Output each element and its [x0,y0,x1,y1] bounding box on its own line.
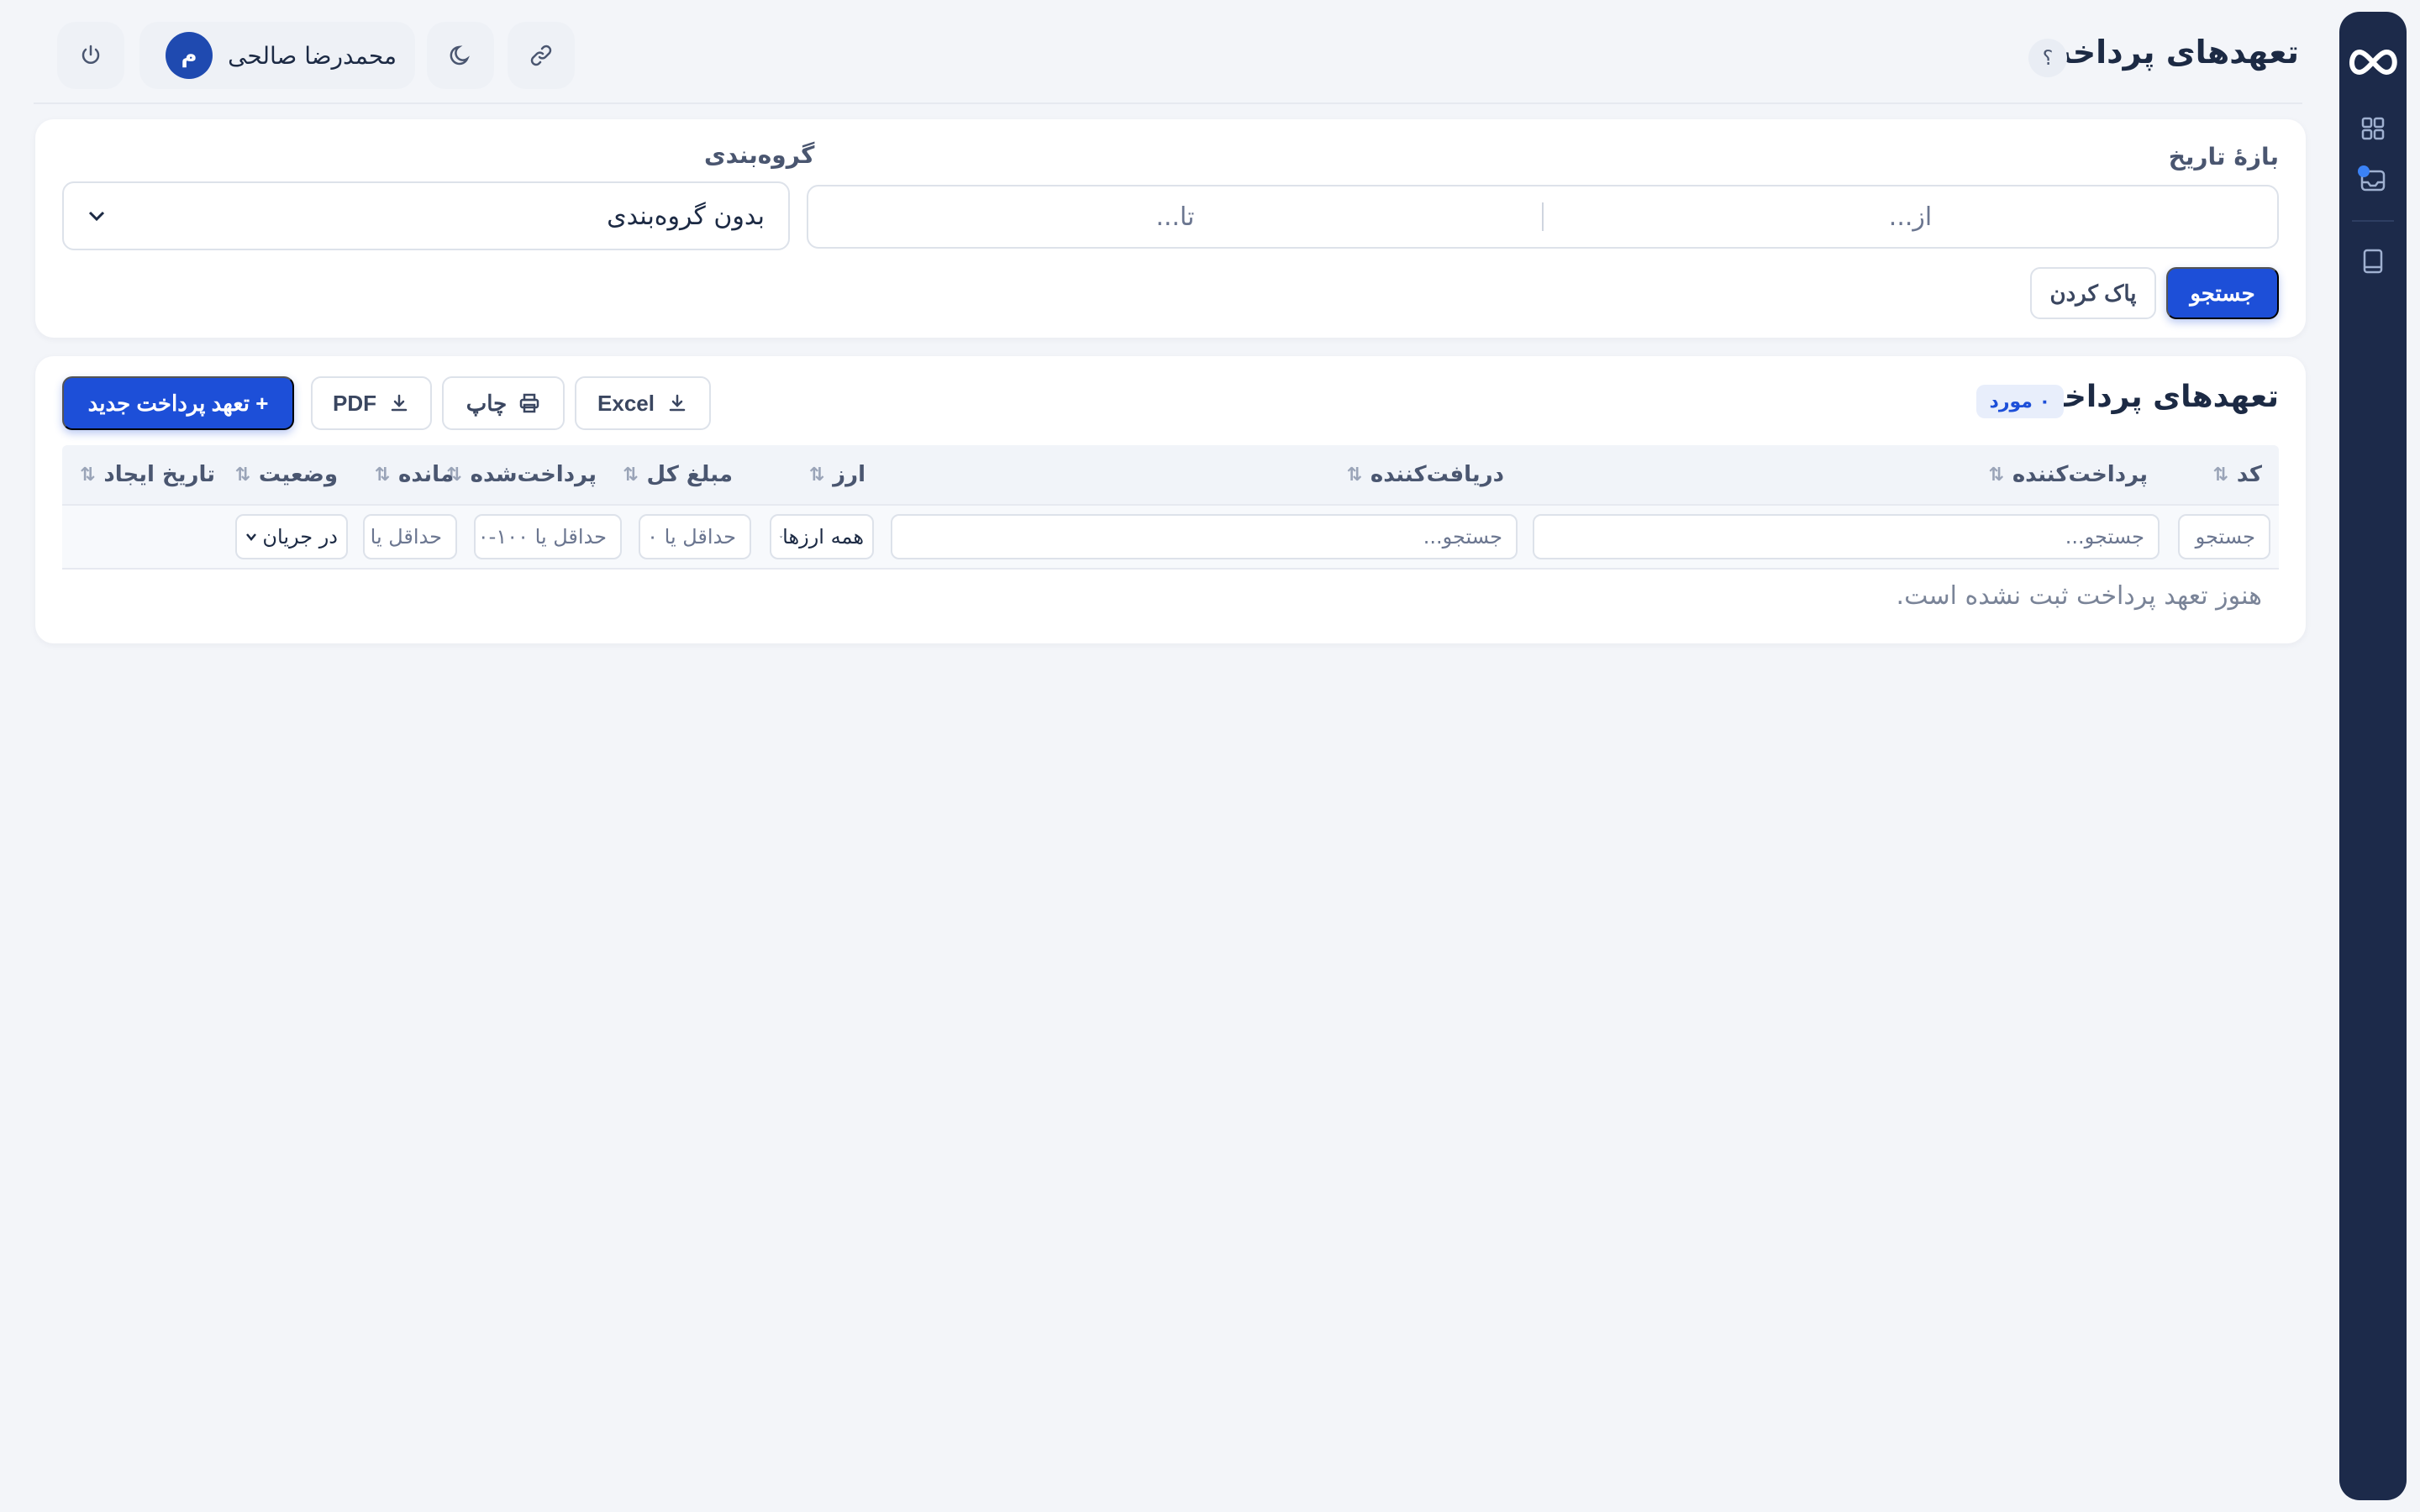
top-header: تعهدهای پرداخت ؟ محمدرضا صالحی م [34,0,2302,104]
code-filter-input[interactable]: جستجو [2178,514,2270,559]
total-filter-input[interactable]: حداقل یا ۰ [639,514,751,559]
column-header-total[interactable]: مبلغ کل ⇅ [623,445,733,504]
theme-toggle-button[interactable] [427,22,494,89]
empty-state-message: هنوز تعهد پرداخت ثبت نشده است. [1896,581,2262,611]
count-badge: ۰ مورد [1975,385,2064,418]
date-range-label: بازهٔ تاریخ [2168,143,2279,171]
column-header-currency[interactable]: ارز ⇅ [809,445,865,504]
search-button[interactable]: جستجو [2166,267,2279,319]
logout-button[interactable] [57,22,124,89]
new-commitment-button[interactable]: + تعهد پرداخت جدید [62,376,294,430]
chevron-down-icon [780,536,782,538]
sort-icon: ⇅ [1988,464,2004,486]
sort-icon: ⇅ [1346,464,1362,486]
table-title: تعهدهای پرداخت [2032,380,2279,414]
book-icon[interactable] [2356,244,2390,278]
sort-icon: ⇅ [79,464,96,486]
date-separator [1542,202,1544,231]
column-header-paid[interactable]: پرداخت‌شده ⇅ [446,445,597,504]
pdf-label: PDF [333,390,376,416]
power-icon [82,45,100,64]
moon-icon [450,45,470,66]
export-excel-button[interactable]: Excel [575,376,711,430]
infinity-logo-icon[interactable] [2345,44,2401,81]
status-filter-select[interactable]: در جریان [235,514,348,559]
column-header-payee[interactable]: دریافت‌کننده ⇅ [1346,445,1504,504]
column-header-status[interactable]: وضعیت ⇅ [234,445,338,504]
excel-label: Excel [597,390,655,416]
grouping-label: گروه‌بندی [704,141,815,169]
table-header: کد ⇅ پرداخت‌کننده ⇅ دریافت‌کننده ⇅ ارز ⇅ مبل… [62,445,2279,504]
chevron-down-icon [88,211,105,222]
sort-icon: ⇅ [2212,464,2228,486]
sort-icon: ⇅ [808,464,825,486]
commitments-table-panel: تعهدهای پرداخت ۰ مورد + تعهد پرداخت جدید… [35,356,2306,643]
chevron-down-icon [246,533,256,541]
column-header-payer[interactable]: پرداخت‌کننده ⇅ [1988,445,2148,504]
help-button[interactable]: ؟ [2028,39,2067,77]
sort-icon: ⇅ [234,464,250,486]
user-menu[interactable]: محمدرضا صالحی م [139,22,415,89]
clear-button[interactable]: پاک کردن [2030,267,2156,319]
avatar: م [166,32,213,79]
date-range-field: از... تا... [807,185,2279,249]
sort-icon: ⇅ [374,464,390,486]
printer-icon [520,393,539,413]
date-from-input[interactable]: از... [1544,202,2277,232]
column-header-code[interactable]: کد ⇅ [2212,445,2262,504]
inbox-icon[interactable] [2356,164,2390,197]
column-header-created[interactable]: تاریخ ایجاد ⇅ [80,445,215,504]
print-button[interactable]: چاپ [442,376,565,430]
grouping-select[interactable]: بدون گروه‌بندی [62,181,790,250]
table-filter-row: جستجو جستجو... جستجو... همه ارزها حداقل … [62,504,2279,570]
sort-icon: ⇅ [623,464,639,486]
column-header-remaining[interactable]: مانده ⇅ [375,445,454,504]
grouping-value: بدون گروه‌بندی [607,201,765,231]
link-button[interactable] [508,22,575,89]
user-name: محمدرضا صالحی [228,41,397,70]
currency-filter-select[interactable]: همه ارزها [770,514,874,559]
download-icon [669,394,686,412]
date-to-input[interactable]: تا... [808,202,1542,232]
payer-filter-input[interactable]: جستجو... [1533,514,2160,559]
dashboard-grid-icon[interactable] [2356,112,2390,145]
print-label: چاپ [466,390,508,416]
remaining-filter-input[interactable]: حداقل یا [363,514,457,559]
notification-dot [2358,165,2370,177]
sidebar-divider [2352,220,2394,222]
export-pdf-button[interactable]: PDF [311,376,432,430]
paid-filter-input[interactable]: حداقل یا ۱۰۰-۰ [474,514,622,559]
payee-filter-input[interactable]: جستجو... [891,514,1518,559]
page-title: تعهدهای پرداخت [2039,34,2299,71]
filter-panel: بازهٔ تاریخ گروه‌بندی از... تا... بدون گ… [35,119,2306,338]
sidebar [2339,12,2407,1500]
link-icon [530,45,552,66]
download-icon [391,394,408,412]
